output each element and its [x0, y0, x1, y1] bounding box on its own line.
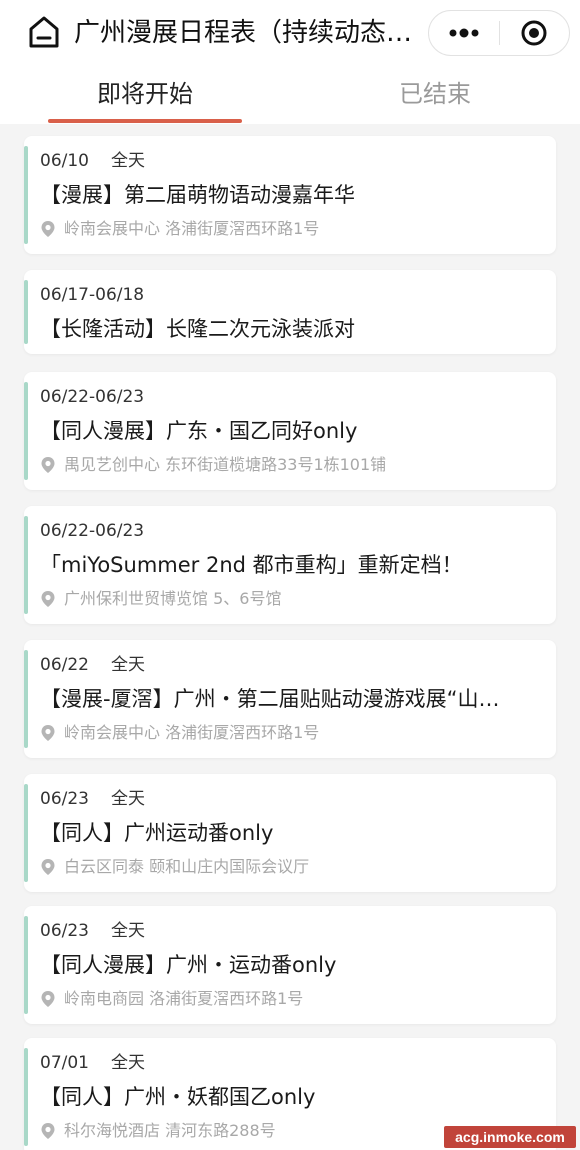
event-date-text: 06/22 [40, 655, 89, 675]
event-date-text: 06/17-06/18 [40, 285, 145, 305]
event-location: 白云区同泰 颐和山庄内国际会议厅 [40, 856, 309, 878]
event-title: 【漫展-厦滘】广州・第二届贴贴动漫游戏展“山… [40, 687, 500, 711]
card-accent-bar [24, 650, 28, 748]
event-time: 全天 [111, 1053, 145, 1073]
site-watermark: acg.inmoke.com [444, 1126, 576, 1148]
more-button[interactable] [429, 10, 499, 56]
event-date-text: 06/22-06/23 [40, 521, 145, 541]
card-accent-bar [24, 382, 28, 480]
event-date-text: 06/23 [40, 921, 89, 941]
location-pin-icon [41, 221, 55, 237]
event-title: 【同人漫展】广东・国乙同好only [40, 419, 358, 443]
event-title: 【长隆活动】长隆二次元泳装派对 [40, 317, 355, 341]
card-accent-bar [24, 784, 28, 882]
event-location-text: 白云区同泰 颐和山庄内国际会议厅 [64, 857, 310, 876]
event-card[interactable]: 06/22-06/23 「miYoSummer 2nd 都市重构」重新定档！ 广… [24, 506, 556, 624]
event-title: 「miYoSummer 2nd 都市重构」重新定档！ [40, 553, 463, 577]
card-accent-bar [24, 146, 28, 244]
event-location-text: 科尔海悦酒店 清河东路288号 [64, 1121, 276, 1140]
miniapp-close-icon [521, 20, 547, 46]
event-location: 禺见艺创中心 东环街道榄塘路33号1栋101铺 [40, 454, 386, 476]
event-time: 全天 [111, 921, 145, 941]
event-title: 【同人】广州・妖都国乙only [40, 1085, 316, 1109]
location-pin-icon [41, 991, 55, 1007]
event-location-text: 岭南会展中心 洛浦街厦滘西环路1号 [64, 219, 320, 238]
event-card[interactable]: 06/10 全天 【漫展】第二届萌物语动漫嘉年华 岭南会展中心 洛浦街厦滘西环路1… [24, 136, 556, 254]
tab-ended[interactable]: 已结束 [338, 74, 532, 114]
close-miniapp-button[interactable] [500, 10, 570, 56]
event-date-text: 06/23 [40, 789, 89, 809]
location-pin-icon [41, 859, 55, 875]
event-list: 06/10 全天 【漫展】第二届萌物语动漫嘉年华 岭南会展中心 洛浦街厦滘西环路1… [0, 124, 580, 1150]
card-accent-bar [24, 516, 28, 614]
event-location-text: 岭南电商园 洛浦街夏滘西环路1号 [64, 989, 304, 1008]
event-date-text: 07/01 [40, 1053, 89, 1073]
location-pin-icon [41, 591, 55, 607]
event-card[interactable]: 06/22 全天 【漫展-厦滘】广州・第二届贴贴动漫游戏展“山… 岭南会展中心 洛… [24, 640, 556, 758]
event-date: 06/22-06/23 [40, 520, 144, 542]
event-card[interactable]: 06/22-06/23 【同人漫展】广东・国乙同好only 禺见艺创中心 东环街… [24, 372, 556, 490]
page-title: 广州漫展日程表（持续动态… [74, 18, 413, 48]
home-icon [29, 16, 59, 48]
event-time: 全天 [111, 151, 145, 171]
event-card[interactable]: 06/23 全天 【同人漫展】广州・运动番only 岭南电商园 洛浦街夏滘西环路1… [24, 906, 556, 1024]
location-pin-icon [41, 725, 55, 741]
event-location-text: 岭南会展中心 洛浦街厦滘西环路1号 [64, 723, 320, 742]
event-title: 【同人】广州运动番only [40, 821, 274, 845]
event-date-text: 06/22-06/23 [40, 387, 145, 407]
card-accent-bar [24, 916, 28, 1014]
event-date: 06/22-06/23 [40, 386, 144, 408]
top-bar: 广州漫展日程表（持续动态… [0, 0, 580, 64]
miniapp-capsule [428, 10, 570, 56]
event-date: 07/01 全天 [40, 1052, 145, 1074]
tab-bar: 即将开始 已结束 [0, 64, 580, 124]
event-date-text: 06/10 [40, 151, 89, 171]
home-button[interactable] [26, 14, 62, 50]
event-date: 06/22 全天 [40, 654, 145, 676]
more-dots-icon [449, 28, 479, 38]
event-location: 岭南电商园 洛浦街夏滘西环路1号 [40, 988, 303, 1010]
event-title: 【漫展】第二届萌物语动漫嘉年华 [40, 183, 355, 207]
event-location: 岭南会展中心 洛浦街厦滘西环路1号 [40, 722, 319, 744]
active-tab-indicator [48, 119, 242, 123]
event-date: 06/10 全天 [40, 150, 145, 172]
event-location: 科尔海悦酒店 清河东路288号 [40, 1120, 276, 1142]
event-date: 06/23 全天 [40, 920, 145, 942]
event-card[interactable]: 06/17-06/18 【长隆活动】长隆二次元泳装派对 [24, 270, 556, 354]
event-location-text: 广州保利世贸博览馆 5、6号馆 [64, 589, 282, 608]
location-pin-icon [41, 1123, 55, 1139]
event-location: 岭南会展中心 洛浦街厦滘西环路1号 [40, 218, 319, 240]
event-date: 06/17-06/18 [40, 284, 144, 306]
location-pin-icon [41, 457, 55, 473]
event-location: 广州保利世贸博览馆 5、6号馆 [40, 588, 281, 610]
event-card[interactable]: 06/23 全天 【同人】广州运动番only 白云区同泰 颐和山庄内国际会议厅 [24, 774, 556, 892]
event-time: 全天 [111, 655, 145, 675]
card-accent-bar [24, 1048, 28, 1146]
event-location-text: 禺见艺创中心 东环街道榄塘路33号1栋101铺 [64, 455, 387, 474]
tab-upcoming[interactable]: 即将开始 [48, 74, 242, 114]
event-time: 全天 [111, 789, 145, 809]
event-title: 【同人漫展】广州・运动番only [40, 953, 337, 977]
card-accent-bar [24, 280, 28, 344]
event-date: 06/23 全天 [40, 788, 145, 810]
